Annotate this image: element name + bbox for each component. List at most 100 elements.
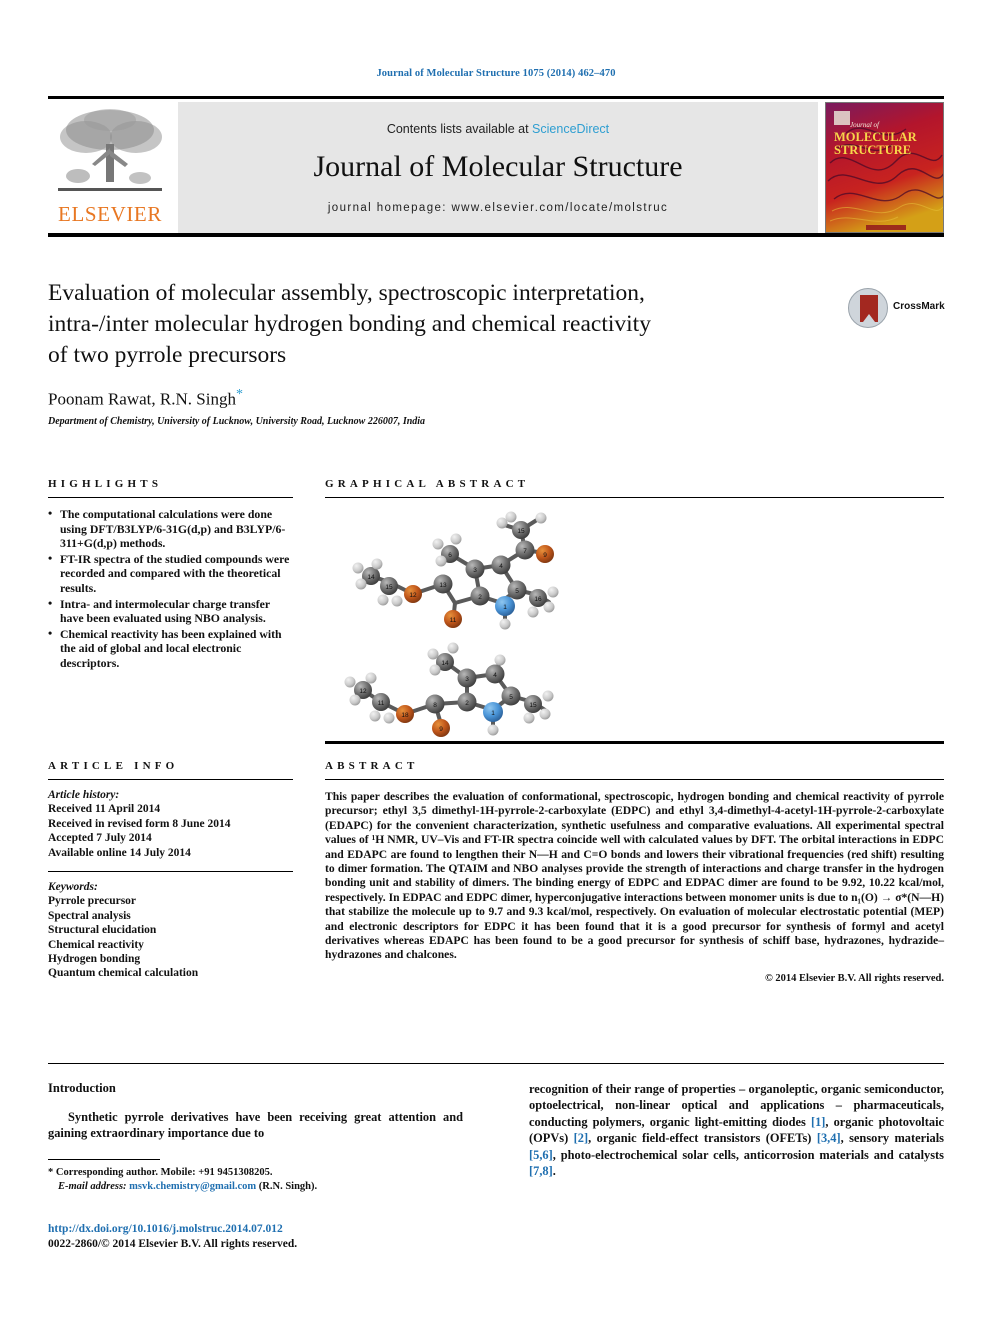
- svg-text:15: 15: [385, 584, 393, 591]
- svg-text:16: 16: [534, 596, 542, 603]
- molecule-bottom-atoms: [344, 642, 554, 737]
- intro-text-6: .: [552, 1164, 556, 1179]
- intro-paragraph-right: recognition of their range of properties…: [529, 1081, 944, 1179]
- citation-ref-4[interactable]: [5,6]: [529, 1148, 553, 1162]
- article-info-heading: ARTICLE INFO: [48, 760, 179, 772]
- body-divider-rule: [48, 1063, 944, 1064]
- abstract-body: This paper describes the evaluation of c…: [325, 790, 944, 962]
- crossmark-book-icon: [860, 295, 878, 322]
- elsevier-logo: ELSEVIER: [48, 102, 172, 232]
- journal-cover-thumbnail: Journal of MOLECULAR STRUCTURE: [825, 102, 944, 233]
- keywords-block: Keywords: Pyrrole precursor Spectral ana…: [48, 880, 293, 981]
- svg-text:STRUCTURE: STRUCTURE: [834, 143, 911, 157]
- crossmark-badge-group[interactable]: CrossMark: [848, 288, 945, 332]
- sciencedirect-link[interactable]: ScienceDirect: [532, 122, 609, 136]
- journal-cover-art: Journal of MOLECULAR STRUCTURE: [826, 103, 943, 232]
- svg-text:5: 5: [509, 694, 513, 701]
- corresponding-author-note: * Corresponding author. Mobile: +91 9451…: [48, 1166, 463, 1180]
- article-history-block: Article history: Received 11 April 2014 …: [48, 788, 293, 860]
- svg-text:MOLECULAR: MOLECULAR: [834, 130, 918, 144]
- citation-ref-5[interactable]: [7,8]: [529, 1164, 553, 1178]
- masthead-center-band: Contents lists available at ScienceDirec…: [178, 102, 818, 233]
- svg-text:15: 15: [517, 528, 525, 535]
- corresponding-author-marker: *: [235, 387, 243, 402]
- keyword-item: Hydrogen bonding: [48, 953, 141, 966]
- svg-text:4: 4: [499, 563, 503, 570]
- history-online: Available online 14 July 2014: [48, 846, 191, 859]
- svg-text:12: 12: [359, 688, 367, 695]
- email-owner: (R.N. Singh).: [258, 1180, 318, 1192]
- doi-link[interactable]: http://dx.doi.org/10.1016/j.molstruc.201…: [48, 1222, 508, 1237]
- citation-ref-3[interactable]: [3,4]: [817, 1131, 841, 1145]
- abstract-heading: ABSTRACT: [325, 760, 419, 772]
- contents-prefix: Contents lists available at: [386, 122, 533, 136]
- highlights-rule: [48, 497, 293, 498]
- title-line-2: intra-/inter molecular hydrogen bonding …: [48, 311, 651, 337]
- graphical-abstract-figure: 1 2 3 4 5 6 7 9 15 13 11 12 15 14 16 1 2…: [325, 506, 944, 744]
- running-head: Journal of Molecular Structure 1075 (201…: [376, 68, 616, 79]
- highlights-list: The computational calculations were done…: [48, 506, 293, 671]
- elsevier-tree-icon: [58, 109, 162, 191]
- email-label: E-mail address:: [58, 1180, 127, 1192]
- journal-title: Journal of Molecular Structure: [313, 150, 683, 183]
- svg-text:13: 13: [439, 582, 447, 589]
- keyword-item: Spectral analysis: [48, 909, 131, 922]
- footnote-marker: *: [48, 1167, 54, 1178]
- section-heading-introduction: Introduction: [48, 1081, 116, 1095]
- graphical-abstract-rule: [325, 497, 944, 498]
- svg-text:3: 3: [473, 567, 477, 574]
- history-accepted: Accepted 7 July 2014: [48, 832, 152, 845]
- svg-text:11: 11: [378, 700, 385, 707]
- list-item: The computational calculations were done…: [48, 506, 293, 551]
- svg-text:2: 2: [478, 594, 482, 601]
- doi-block: http://dx.doi.org/10.1016/j.molstruc.201…: [48, 1222, 508, 1252]
- title-block: Evaluation of molecular assembly, spectr…: [48, 278, 838, 427]
- highlights-heading: HIGHLIGHTS: [48, 478, 163, 490]
- molecular-models-image: 1 2 3 4 5 6 7 9 15 13 11 12 15 14 16 1 2…: [325, 511, 944, 744]
- author-list: Poonam Rawat, R.N. Singh*: [48, 387, 838, 410]
- issn-copyright: 0022-2860/© 2014 Elsevier B.V. All right…: [48, 1238, 298, 1250]
- svg-text:3: 3: [465, 676, 469, 683]
- keyword-item: Chemical reactivity: [48, 938, 144, 951]
- history-revised: Received in revised form 8 June 2014: [48, 817, 231, 830]
- intro-text-3: , organic field-effect transistors (OFET…: [588, 1131, 817, 1146]
- highlights-section: HIGHLIGHTS The computational calculation…: [48, 478, 293, 672]
- svg-text:1: 1: [503, 604, 507, 611]
- keyword-item: Structural elucidation: [48, 924, 157, 937]
- email-link[interactable]: msvk.chemistry@gmail.com: [129, 1181, 256, 1192]
- journal-masthead: ELSEVIER Contents lists available at Sci…: [48, 96, 944, 237]
- svg-text:15: 15: [529, 702, 537, 709]
- keywords-divider: [48, 871, 293, 873]
- intro-text-4: , sensory materials: [840, 1131, 945, 1146]
- masthead-bottom-rule: [48, 233, 944, 237]
- citation-ref-2[interactable]: [2]: [574, 1131, 588, 1145]
- svg-text:7: 7: [523, 548, 527, 555]
- body-column-left: Introduction Synthetic pyrrole derivativ…: [48, 1081, 463, 1142]
- footnote-block: * Corresponding author. Mobile: +91 9451…: [48, 1159, 463, 1193]
- svg-text:4: 4: [493, 672, 497, 679]
- masthead-top-rule: [48, 96, 944, 99]
- keyword-item: Pyrrole precursor: [48, 895, 137, 908]
- history-received: Received 11 April 2014: [48, 803, 161, 816]
- svg-text:5: 5: [515, 588, 519, 595]
- article-history-label: Article history:: [48, 789, 120, 801]
- crossmark-icon: [848, 288, 888, 328]
- article-info-rule: [48, 779, 293, 780]
- footnote-corresponding-text: Corresponding author. Mobile: +91 945130…: [55, 1167, 273, 1178]
- paper-page: Journal of Molecular Structure 1075 (201…: [0, 0, 992, 1323]
- abstract-copyright: © 2014 Elsevier B.V. All rights reserved…: [764, 972, 944, 984]
- contents-available-line: Contents lists available at ScienceDirec…: [178, 122, 818, 136]
- abstract-section: ABSTRACT This paper describes the evalua…: [325, 760, 944, 984]
- svg-text:8: 8: [433, 702, 437, 709]
- svg-text:6: 6: [448, 552, 452, 559]
- svg-text:2: 2: [465, 700, 469, 707]
- journal-homepage-link[interactable]: journal homepage: www.elsevier.com/locat…: [178, 202, 818, 214]
- abstract-rule: [325, 779, 944, 780]
- citation-ref-1[interactable]: [1]: [811, 1115, 825, 1129]
- body-column-right: recognition of their range of properties…: [529, 1081, 944, 1179]
- svg-text:1: 1: [491, 710, 495, 717]
- svg-text:14: 14: [441, 660, 449, 667]
- svg-text:11: 11: [450, 617, 457, 624]
- svg-text:18: 18: [401, 712, 409, 719]
- svg-text:9: 9: [439, 726, 443, 733]
